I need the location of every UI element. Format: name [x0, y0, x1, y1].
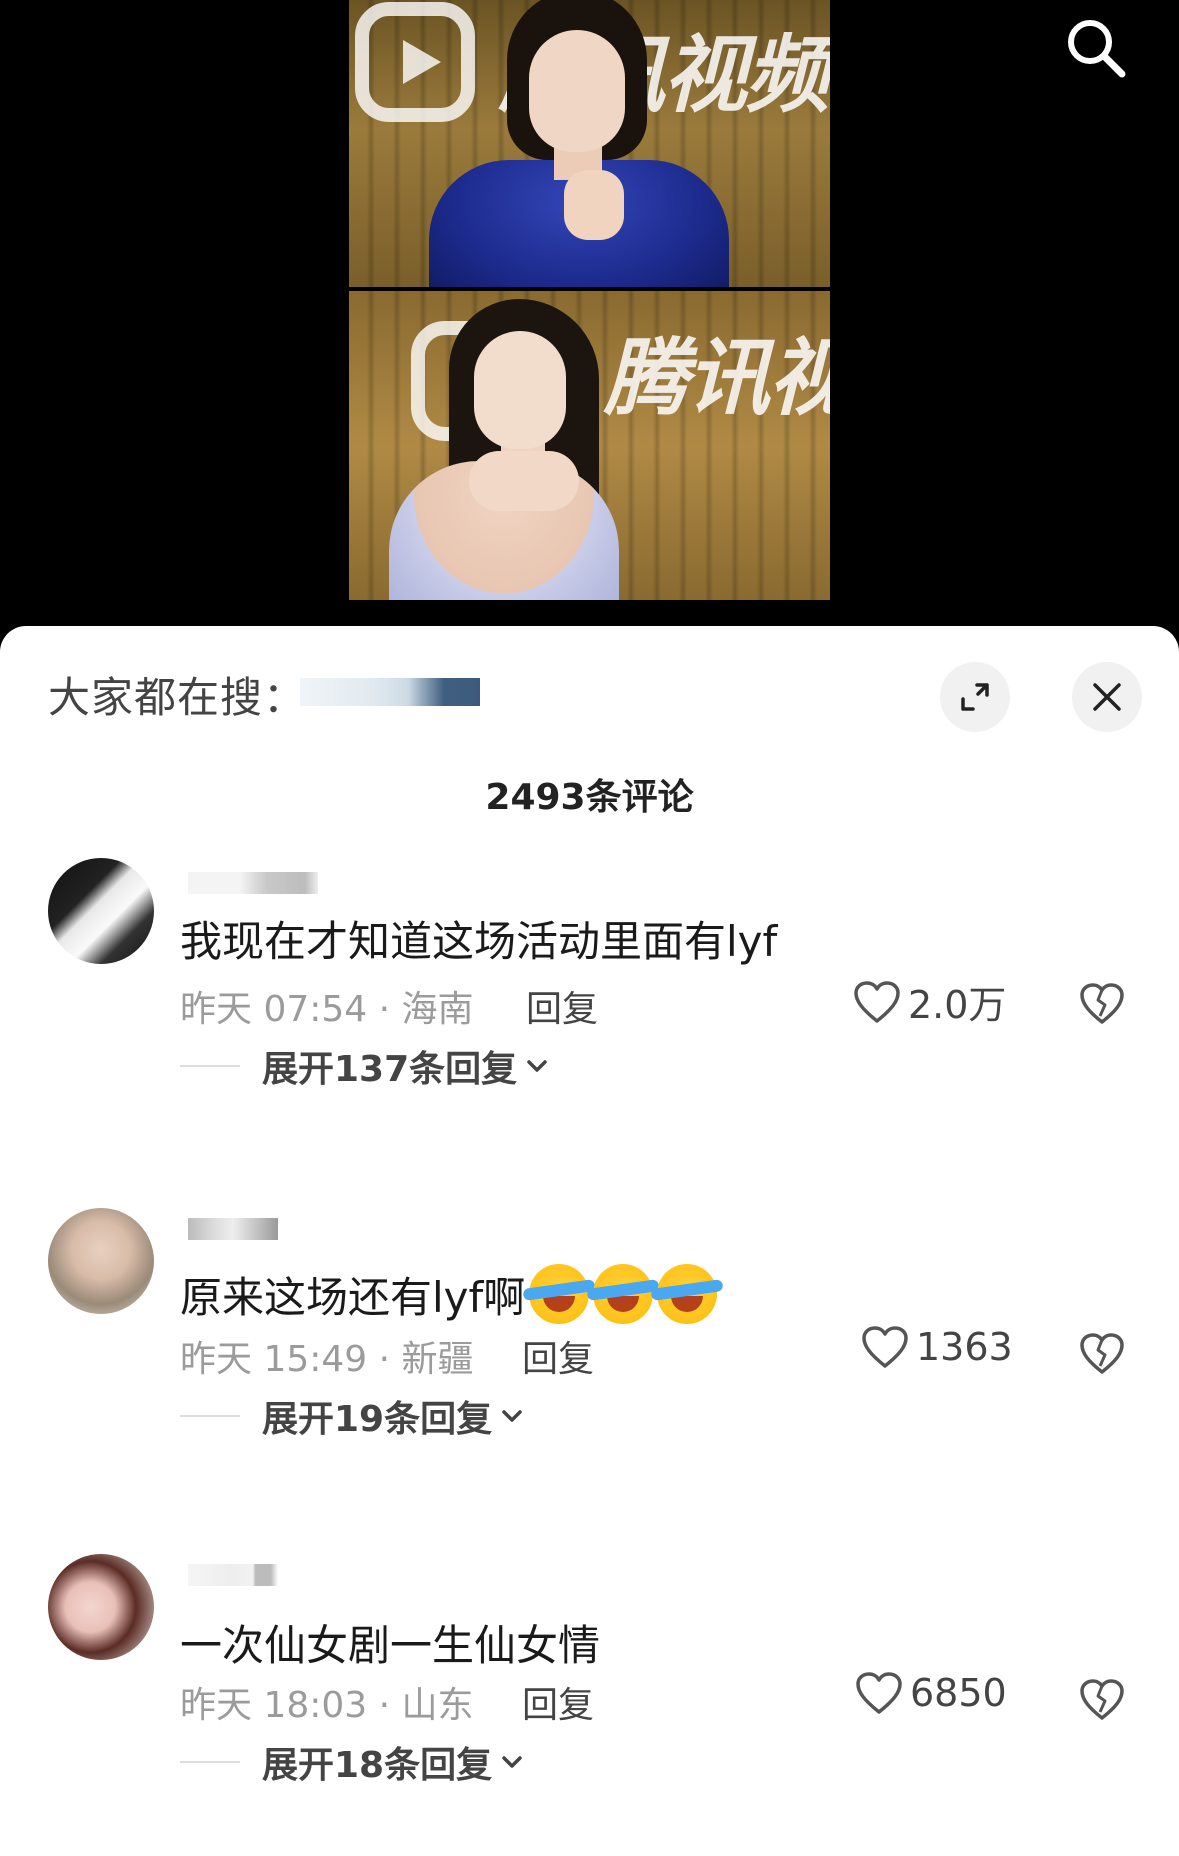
comment-item: 我现在才知道这场活动里面有lyf 昨天 07:54 · 海南 回复 2.0万 展… [0, 858, 1179, 1198]
expand-icon [961, 683, 989, 711]
comment-text: 一次仙女剧一生仙女情 [180, 1621, 601, 1670]
comment-time-location: 昨天 15:49 · 新疆 [180, 1339, 474, 1380]
heart-icon [862, 1326, 908, 1368]
like-count: 1363 [916, 1325, 1013, 1369]
expand-divider [180, 1415, 240, 1417]
video-player[interactable]: 腾讯视频 腾讯视 [0, 0, 1179, 640]
username[interactable] [188, 872, 318, 894]
close-icon [1093, 683, 1121, 711]
like-button[interactable]: 1363 [860, 1324, 1013, 1370]
like-button[interactable]: 2.0万 [852, 974, 1006, 1029]
comment-time-location: 昨天 07:54 · 海南 [180, 989, 474, 1030]
broken-heart-icon[interactable] [1078, 980, 1126, 1028]
like-count: 6850 [910, 1671, 1007, 1715]
avatar[interactable] [48, 858, 154, 964]
username[interactable] [188, 1218, 278, 1240]
comment-text: 原来这场还有lyf啊 [180, 1264, 718, 1325]
expand-sheet-button[interactable] [940, 662, 1010, 732]
like-count: 2.0万 [908, 983, 1007, 1027]
comment-time-location: 昨天 18:03 · 山东 [180, 1685, 474, 1726]
comment-count-title: 2493条评论 [485, 777, 694, 818]
laughing-crying-emoji-icon [657, 1264, 718, 1324]
expand-divider [180, 1761, 240, 1763]
username[interactable] [188, 1564, 278, 1586]
person-hands [469, 451, 579, 511]
search-icon [1068, 20, 1126, 78]
expand-replies-button[interactable]: 展开19条回复 [180, 1390, 526, 1442]
comment-item: 一次仙女剧一生仙女情 昨天 18:03 · 山东 回复 6850 展开18条回复 [0, 1546, 1179, 1856]
comment-text-body: 原来这场还有lyf啊 [180, 1273, 526, 1322]
search-button[interactable] [1062, 14, 1130, 82]
comment-sheet: 大家都在搜： 2493条评论 我现在才知道这场活动里面有lyf 昨天 07:54… [0, 626, 1179, 1856]
like-button[interactable]: 6850 [854, 1670, 1007, 1716]
heart-icon [854, 980, 900, 1023]
broken-heart-icon[interactable] [1078, 1676, 1126, 1724]
video-logo-icon [355, 2, 475, 122]
reply-button[interactable]: 回复 [522, 1676, 594, 1728]
comment-text: 我现在才知道这场活动里面有lyf [180, 917, 778, 966]
expand-replies-label: 展开19条回复 [262, 1399, 493, 1440]
reply-button[interactable]: 回复 [526, 980, 598, 1032]
expand-replies-button[interactable]: 展开18条回复 [180, 1736, 526, 1788]
expand-divider [180, 1065, 240, 1067]
person-face [529, 30, 625, 152]
person-hands [564, 170, 624, 240]
person-face [474, 331, 566, 449]
chevron-down-icon [527, 1060, 547, 1072]
heart-icon [856, 1672, 902, 1714]
broken-heart-icon[interactable] [1078, 1330, 1126, 1378]
trending-search-term[interactable] [300, 678, 480, 706]
trending-search-label: 大家都在搜： [48, 673, 307, 722]
expand-replies-button[interactable]: 展开137条回复 [180, 1040, 551, 1092]
comment-item: 原来这场还有lyf啊 昨天 15:49 · 新疆 回复 1363 展开19条回复 [0, 1200, 1179, 1540]
avatar[interactable] [48, 1554, 154, 1660]
expand-replies-label: 展开18条回复 [262, 1745, 493, 1786]
expand-replies-label: 展开137条回复 [262, 1049, 518, 1090]
reply-button[interactable]: 回复 [522, 1330, 594, 1382]
video-frame-top: 腾讯视频 [349, 0, 830, 287]
video-frame-bottom: 腾讯视 [349, 291, 830, 600]
laughing-crying-emoji-icon [529, 1264, 590, 1324]
laughing-crying-emoji-icon [593, 1264, 654, 1324]
chevron-down-icon [502, 1756, 522, 1768]
avatar[interactable] [48, 1208, 154, 1314]
chevron-down-icon [502, 1410, 522, 1422]
video-logo-text: 腾讯视 [604, 329, 830, 427]
close-sheet-button[interactable] [1072, 662, 1142, 732]
